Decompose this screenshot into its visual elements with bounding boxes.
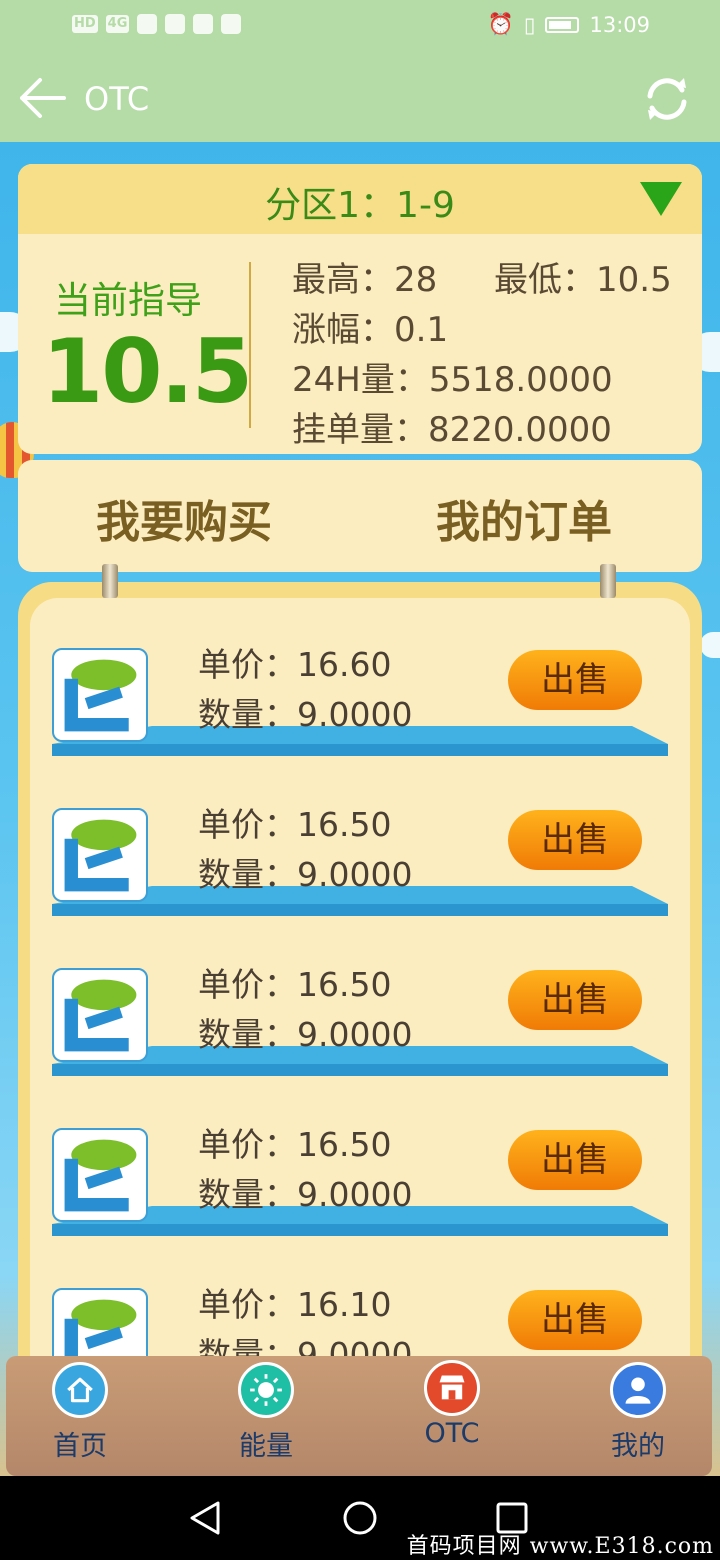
token-logo-icon xyxy=(52,1128,148,1222)
unit-price: 单价：16.10 xyxy=(198,1285,392,1324)
order-board: 单价：16.60 数量：9.0000 出售 单价：16.50 数量：9.0000… xyxy=(18,564,702,1476)
home-circle-icon[interactable] xyxy=(342,1500,378,1536)
app-notification-icon xyxy=(137,14,158,34)
back-triangle-icon[interactable] xyxy=(188,1500,222,1536)
battery-icon xyxy=(545,16,580,33)
back-arrow-icon[interactable] xyxy=(18,76,66,120)
main-content: 分区1：1-9 当前指导 10.5 最高：28 最低：10.5 涨幅：0.1 2… xyxy=(0,142,720,1476)
hd-indicator: HD xyxy=(72,15,98,33)
nav-energy[interactable]: 能量 xyxy=(216,1362,316,1463)
browser-icon xyxy=(193,14,214,34)
sell-button[interactable]: 出售 xyxy=(508,1130,642,1190)
qq-icon xyxy=(221,14,242,34)
order-volume: 挂单量：8220.0000 xyxy=(292,410,612,450)
bottom-navigation: 首页 能量 OTC 我的 xyxy=(0,1356,720,1476)
nav-label: 能量 xyxy=(239,1431,293,1462)
unit-price: 单价：16.50 xyxy=(198,1125,392,1164)
unit-price: 单价：16.50 xyxy=(198,805,392,844)
cloud-decoration xyxy=(700,632,720,658)
quantity: 数量：9.0000 xyxy=(198,1015,413,1054)
page-title: OTC xyxy=(84,80,150,118)
nav-mine[interactable]: 我的 xyxy=(588,1362,688,1463)
sell-button[interactable]: 出售 xyxy=(508,970,642,1030)
sell-button[interactable]: 出售 xyxy=(508,810,642,870)
app-bar: OTC xyxy=(0,56,720,142)
board-hook xyxy=(600,564,616,598)
quantity: 数量：9.0000 xyxy=(198,1175,413,1214)
status-system: ⏰ ▯ 13:09 xyxy=(488,12,650,37)
wechat-icon xyxy=(165,14,186,34)
otc-tabs: 我要购买 我的订单 xyxy=(18,460,702,572)
low-price: 最低：10.5 xyxy=(494,260,672,300)
alarm-icon: ⏰ xyxy=(487,12,514,36)
home-icon xyxy=(52,1362,108,1418)
tab-buy[interactable]: 我要购买 xyxy=(96,486,272,550)
nav-home[interactable]: 首页 xyxy=(30,1362,130,1463)
high-price: 最高：28 xyxy=(292,260,438,300)
nav-otc[interactable]: OTC xyxy=(402,1360,502,1449)
guide-price-value: 10.5 xyxy=(42,320,253,423)
list-item: 单价：16.60 数量：9.0000 出售 xyxy=(30,614,690,764)
market-info-card: 分区1：1-9 当前指导 10.5 最高：28 最低：10.5 涨幅：0.1 2… xyxy=(18,164,702,454)
volume-24h: 24H量：5518.0000 xyxy=(292,360,613,400)
quantity: 数量：9.0000 xyxy=(198,855,413,894)
list-item: 单价：16.50 数量：9.0000 出售 xyxy=(30,1094,690,1244)
sell-button[interactable]: 出售 xyxy=(508,650,642,710)
nav-label: OTC xyxy=(424,1418,480,1449)
status-bar: HD 4G ⏰ ▯ 13:09 xyxy=(0,0,720,56)
divider xyxy=(249,262,251,428)
unit-price: 单价：16.50 xyxy=(198,965,392,1004)
board-hook xyxy=(102,564,118,598)
status-time: 13:09 xyxy=(589,12,650,37)
shop-icon xyxy=(424,1360,480,1416)
sun-icon xyxy=(238,1362,294,1418)
list-item: 单价：16.50 数量：9.0000 出售 xyxy=(30,774,690,924)
user-icon xyxy=(610,1362,666,1418)
zone-selector[interactable]: 分区1：1-9 xyxy=(18,164,702,234)
token-logo-icon xyxy=(52,968,148,1062)
nav-label: 首页 xyxy=(53,1431,107,1462)
status-notifications: HD 4G xyxy=(72,14,242,34)
nav-label: 我的 xyxy=(611,1431,665,1462)
tab-my-orders[interactable]: 我的订单 xyxy=(436,486,612,550)
vibrate-icon: ▯ xyxy=(523,12,536,37)
token-logo-icon xyxy=(52,808,148,902)
watermark-text: 首码项目网 www.E318.com xyxy=(406,1534,714,1559)
system-navigation-bar: 首码项目网 www.E318.com xyxy=(0,1476,720,1560)
list-item: 单价：16.50 数量：9.0000 出售 xyxy=(30,934,690,1084)
change-rate: 涨幅：0.1 xyxy=(292,310,449,350)
dropdown-arrow-icon[interactable] xyxy=(640,182,682,216)
order-list: 单价：16.60 数量：9.0000 出售 单价：16.50 数量：9.0000… xyxy=(30,598,690,1476)
network-indicator: 4G xyxy=(105,15,130,33)
token-logo-icon xyxy=(52,648,148,742)
sell-button[interactable]: 出售 xyxy=(508,1290,642,1350)
zone-label: 分区1：1-9 xyxy=(265,185,455,226)
quantity: 数量：9.0000 xyxy=(198,695,413,734)
guide-price-label: 当前指导 xyxy=(54,279,202,322)
refresh-icon[interactable] xyxy=(640,74,694,124)
unit-price: 单价：16.60 xyxy=(198,645,392,684)
